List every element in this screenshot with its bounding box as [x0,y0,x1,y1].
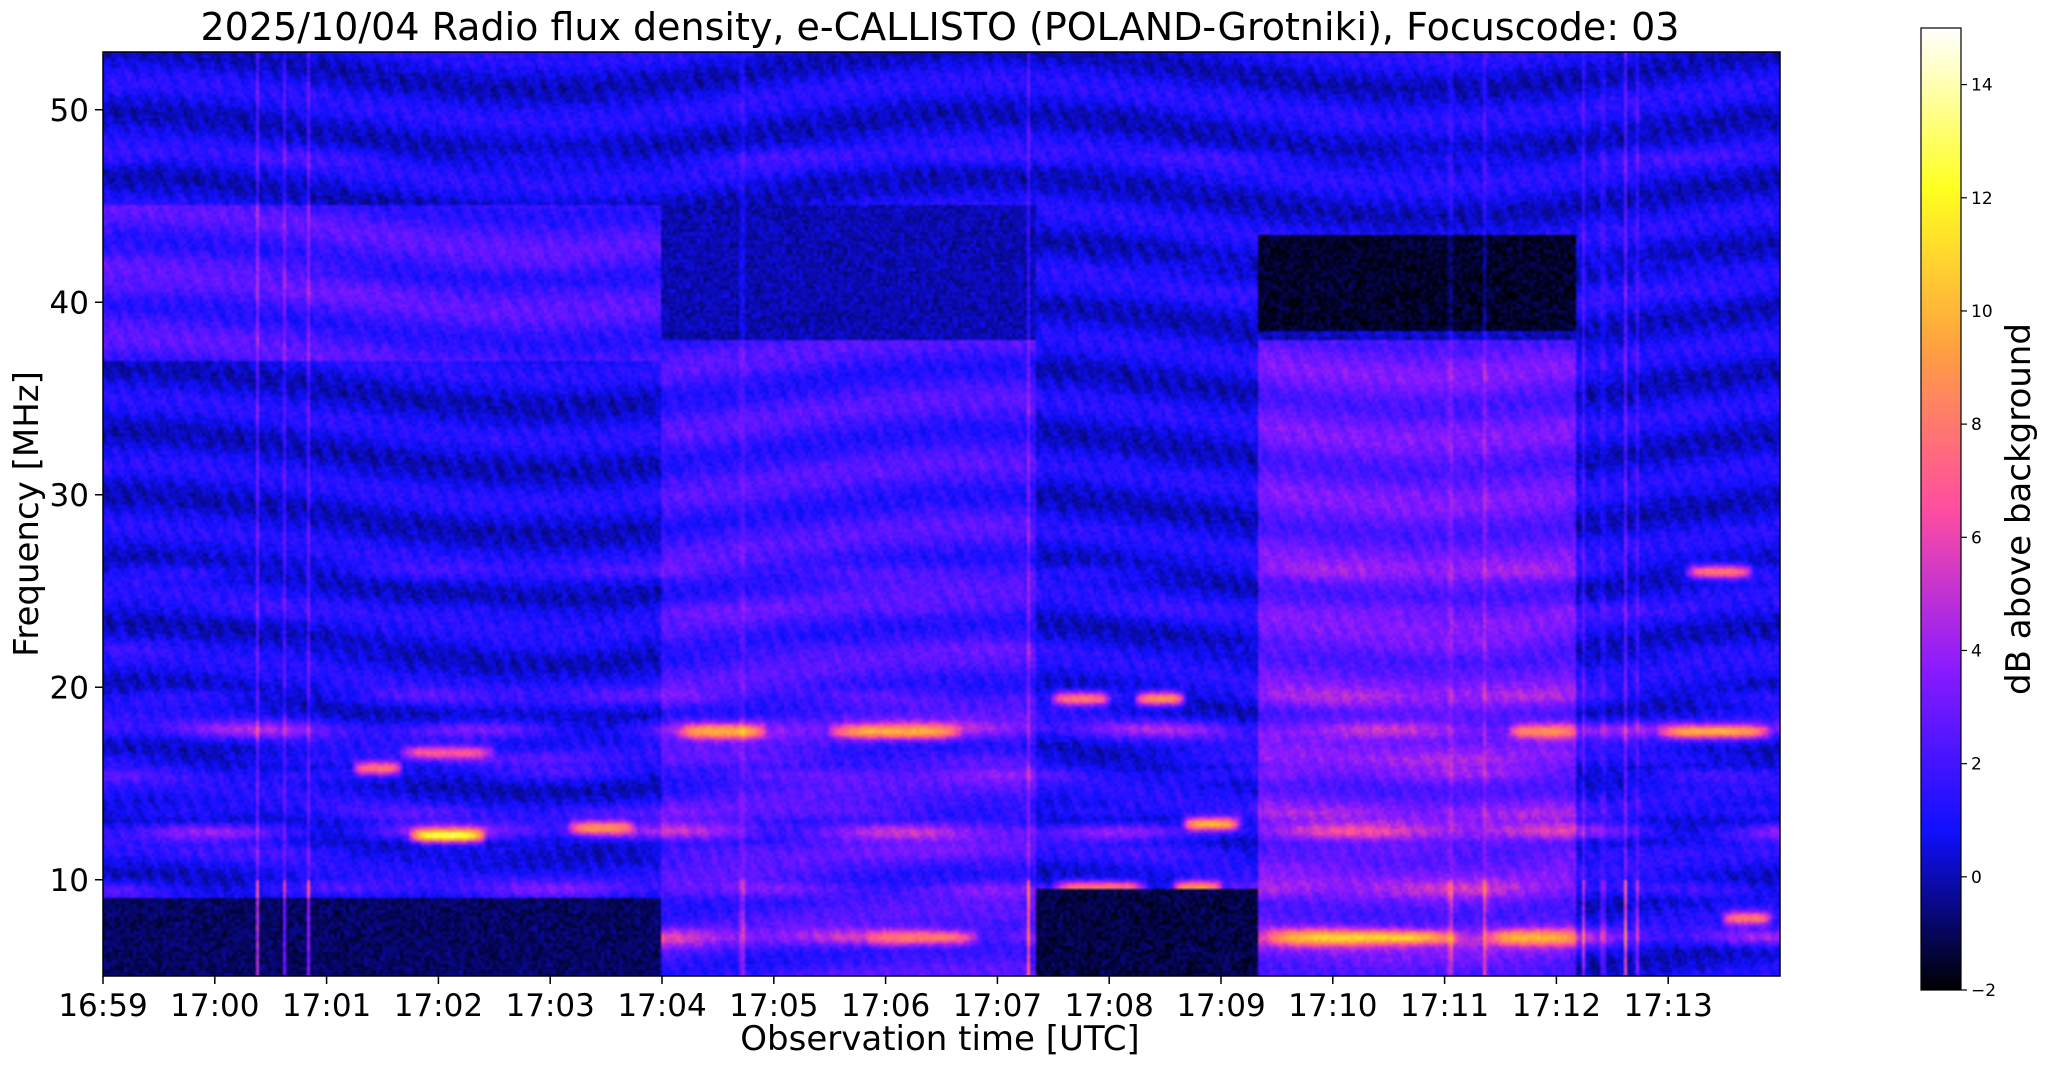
x-tick-label: 17:12 [1512,988,1601,1024]
colorbar-ticks: −2 0 2 4 6 8 10 12 14 [1961,76,1996,1001]
x-tick-label: 17:10 [1288,988,1377,1024]
colorbar-tick-label: 6 [1971,528,1982,548]
colorbar-gradient [1920,27,1962,991]
colorbar-tick-label: 14 [1971,76,1993,96]
y-axis: 10 20 30 40 50 [50,93,103,899]
heatmap-container [103,52,1780,976]
colorbar-tick-label: 8 [1971,415,1982,435]
colorbar-tick-label: 2 [1971,755,1982,775]
y-tick-label: 50 [50,93,89,129]
y-axis-label: Frequency [MHz] [7,371,47,657]
x-axis: 16:59 17:00 17:01 17:02 17:03 17:04 17:05 17:06… [58,976,1713,1024]
x-tick-label: 17:13 [1624,988,1713,1024]
x-tick-label: 17:09 [1176,988,1265,1024]
colorbar-tick-label: −2 [1971,981,1996,1001]
x-tick-label: 17:04 [617,988,706,1024]
y-tick-label: 40 [50,285,89,321]
heatmap-image [103,52,1780,976]
x-tick-label: 17:02 [394,988,483,1024]
colorbar-tick-label: 0 [1971,868,1982,888]
spectrogram-figure: 2025/10/04 Radio flux density, e-CALLIST… [7,5,2039,1059]
colorbar-label: dB above background [1999,323,2039,695]
y-tick-label: 10 [50,863,89,899]
x-tick-label: 17:03 [506,988,595,1024]
colorbar-tick-label: 10 [1971,302,1993,322]
spectrogram-plot-area [102,51,1781,977]
colorbar-tick-label: 4 [1971,641,1982,661]
x-tick-label: 17:11 [1400,988,1489,1024]
x-tick-label: 16:59 [58,988,147,1024]
x-axis-label: Observation time [UTC] [740,1019,1139,1059]
x-tick-label: 17:01 [282,988,371,1024]
colorbar-tick-label: 12 [1971,189,1993,209]
chart-title: 2025/10/04 Radio flux density, e-CALLIST… [201,5,1680,49]
y-tick-label: 30 [50,478,89,514]
x-tick-label: 17:00 [170,988,259,1024]
y-tick-label: 20 [50,670,89,706]
colorbar: −2 0 2 4 6 8 10 12 14 dB above background [1920,27,2039,1001]
